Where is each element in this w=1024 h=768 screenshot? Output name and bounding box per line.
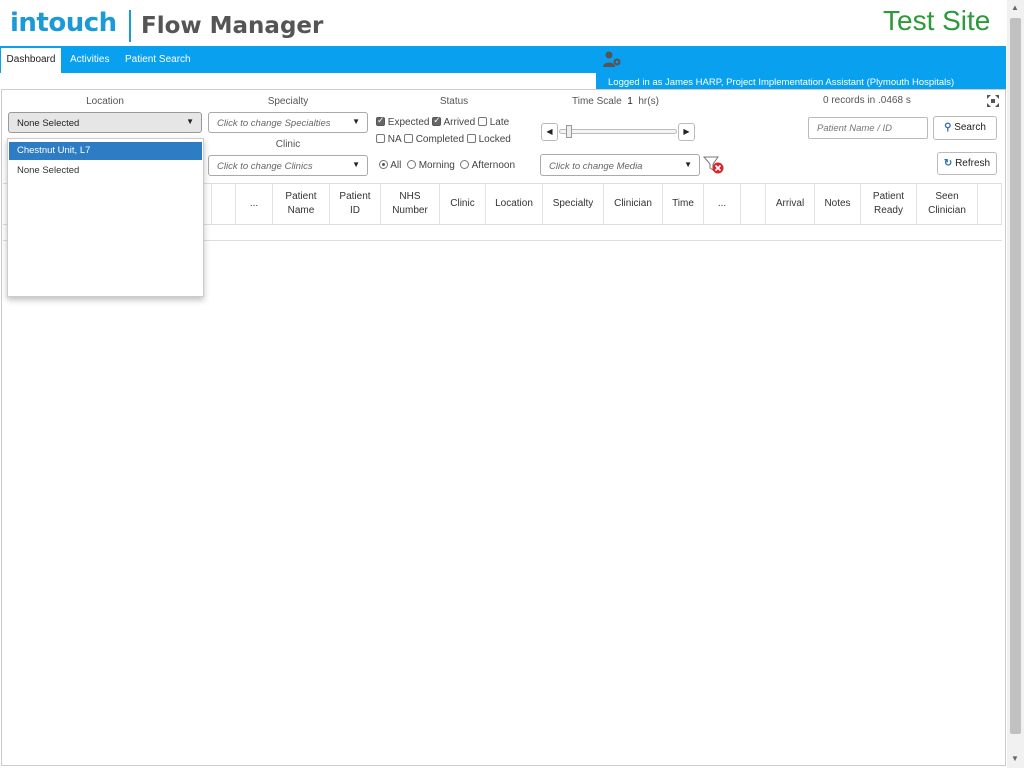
refresh-button-label: Refresh: [955, 158, 991, 169]
locked-checkbox[interactable]: [466, 134, 476, 143]
dropdown-item-none-selected[interactable]: None Selected: [9, 162, 202, 180]
grid-col-patient-ready[interactable]: Patient Ready: [860, 184, 916, 224]
slider-track[interactable]: [559, 129, 677, 134]
site-label: Test Site: [883, 5, 991, 36]
morning-label: Morning: [418, 160, 455, 171]
slider-left-button[interactable]: ◀: [541, 123, 558, 141]
chevron-down-icon: ▼: [352, 160, 360, 169]
expand-icon[interactable]: [986, 94, 1000, 108]
grid-col-notes[interactable]: Notes: [814, 184, 860, 224]
timescale-label: Time Scale: [572, 96, 622, 107]
grid-col-1[interactable]: [211, 184, 235, 224]
chevron-down-icon: ▼: [684, 160, 692, 169]
timescale-unit: hr(s): [638, 96, 659, 107]
chevron-down-icon: ▼: [186, 117, 194, 126]
specialty-select[interactable]: Click to change Specialties ▼: [208, 112, 368, 133]
specialty-label: Specialty: [267, 96, 309, 107]
location-select-value: None Selected: [17, 118, 80, 129]
slider-right-button[interactable]: ▶: [678, 123, 695, 141]
all-radio[interactable]: [379, 160, 388, 169]
session-afternoon[interactable]: Afternoon: [460, 160, 515, 171]
grid-col-time[interactable]: Time: [662, 184, 703, 224]
grid-col-location[interactable]: Location: [485, 184, 542, 224]
status-na[interactable]: NA: [376, 134, 401, 145]
location-dropdown: Chestnut Unit, L7 None Selected: [7, 138, 204, 297]
status-arrived[interactable]: Arrived: [432, 115, 476, 128]
status-expected[interactable]: Expected: [376, 115, 430, 128]
tab-patient-search[interactable]: Patient Search: [125, 48, 191, 73]
slider-handle[interactable]: [566, 125, 572, 138]
status-row-2: NA Completed Locked: [376, 134, 511, 145]
product-title: Flow Manager: [141, 13, 324, 39]
patient-search-field[interactable]: [809, 118, 927, 138]
grid-col-patient-id[interactable]: Patient ID: [329, 184, 380, 224]
locked-label: Locked: [478, 134, 511, 145]
search-icon: ⚲: [944, 122, 952, 133]
clinic-label: Clinic: [275, 139, 301, 150]
intouch-logo: intouch: [10, 8, 117, 38]
media-select-placeholder: Click to change Media: [549, 161, 643, 172]
session-radios: All Morning Afternoon: [379, 160, 515, 171]
user-settings-icon[interactable]: [603, 50, 623, 68]
status-row-1: Expected Arrived Late: [376, 115, 510, 128]
logo-divider: [129, 10, 131, 42]
grid-col-clinic[interactable]: Clinic: [439, 184, 485, 224]
media-select[interactable]: Click to change Media ▼: [540, 154, 700, 176]
grid-col-more[interactable]: ...: [235, 184, 272, 224]
tab-activities[interactable]: Activities: [70, 48, 109, 73]
completed-label: Completed: [415, 134, 465, 145]
logged-in-info: Logged in as James HARP, Project Impleme…: [596, 73, 1006, 90]
arrived-checkbox[interactable]: [432, 115, 442, 126]
location-label: Location: [86, 96, 124, 107]
search-button[interactable]: ⚲ Search: [933, 116, 997, 140]
clinic-select[interactable]: Click to change Clinics ▼: [208, 155, 368, 176]
filter-clear-icon[interactable]: [702, 155, 725, 175]
na-checkbox[interactable]: [376, 134, 385, 143]
afternoon-radio[interactable]: [460, 160, 470, 169]
grid-col-nhs-number[interactable]: NHS Number: [380, 184, 439, 224]
grid-col-12[interactable]: [740, 184, 765, 224]
grid-col-arrival[interactable]: Arrival: [765, 184, 814, 224]
status-completed[interactable]: Completed: [403, 134, 465, 145]
session-all[interactable]: All: [379, 160, 401, 171]
grid-col-seen-clinician[interactable]: Seen Clinician: [916, 184, 977, 224]
refresh-button[interactable]: ↻ Refresh: [937, 152, 997, 175]
patient-search-input[interactable]: [808, 117, 928, 139]
grid-col-patient-name[interactable]: Patient Name: [272, 184, 329, 224]
clinic-select-placeholder: Click to change Clinics: [217, 161, 313, 172]
session-morning[interactable]: Morning: [406, 160, 455, 171]
grid-col-17[interactable]: [977, 184, 1002, 224]
scroll-up-icon[interactable]: ▲: [1011, 3, 1019, 12]
status-label: Status: [439, 96, 469, 107]
location-select[interactable]: None Selected ▼: [8, 112, 202, 133]
search-button-label: Search: [954, 122, 986, 133]
specialty-select-placeholder: Click to change Specialties: [217, 118, 331, 129]
expected-checkbox[interactable]: [376, 115, 385, 126]
status-late[interactable]: Late: [477, 117, 510, 128]
dropdown-item-chestnut-unit[interactable]: Chestnut Unit, L7: [9, 142, 202, 160]
expected-label: Expected: [387, 117, 430, 128]
all-label: All: [390, 160, 402, 171]
late-checkbox[interactable]: [477, 117, 487, 126]
page-scrollbar[interactable]: ▲ ▼: [1007, 0, 1024, 768]
scrollbar-thumb[interactable]: [1010, 18, 1021, 734]
morning-radio[interactable]: [406, 160, 416, 169]
timescale-label-group: Time Scale 1 hr(s): [572, 96, 659, 107]
records-count: 0 records in .0468 s: [823, 95, 911, 106]
na-label: NA: [387, 134, 402, 145]
grid-col-clinician[interactable]: Clinician: [603, 184, 662, 224]
status-locked[interactable]: Locked: [466, 134, 511, 145]
scroll-down-icon[interactable]: ▼: [1011, 754, 1019, 763]
arrived-label: Arrived: [443, 117, 476, 128]
late-label: Late: [489, 117, 510, 128]
chevron-down-icon: ▼: [352, 117, 360, 126]
grid-col-more-2[interactable]: ...: [703, 184, 740, 224]
refresh-icon: ↻: [943, 158, 953, 169]
tab-dashboard[interactable]: Dashboard: [1, 48, 61, 73]
completed-checkbox[interactable]: [403, 134, 413, 143]
grid-col-specialty[interactable]: Specialty: [542, 184, 603, 224]
timescale-value: 1: [627, 96, 633, 107]
afternoon-label: Afternoon: [471, 160, 516, 171]
timescale-slider[interactable]: ◀ ▶: [541, 123, 695, 141]
